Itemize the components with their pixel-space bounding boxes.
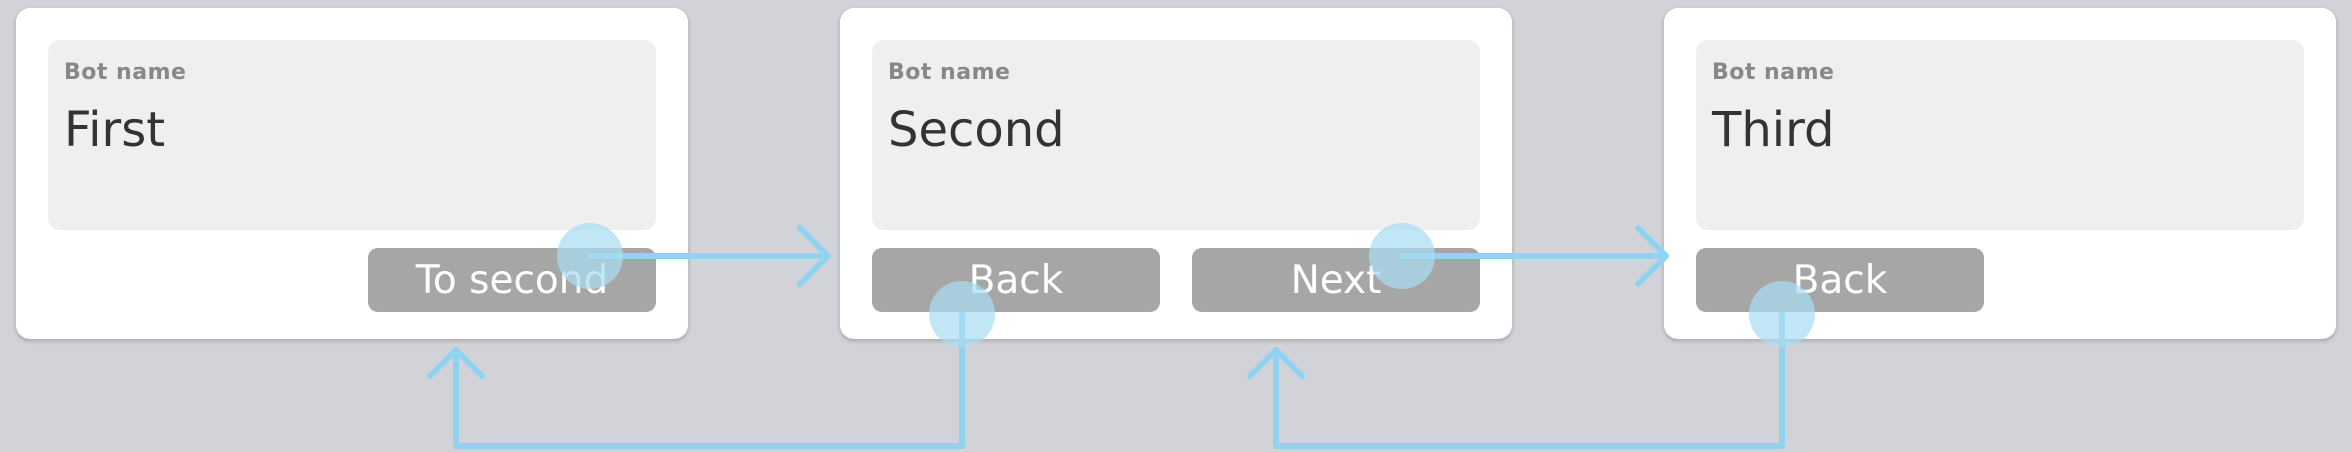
connector-back-to-first (427, 311, 965, 449)
flow-connectors (427, 223, 1815, 449)
connector-line (453, 311, 965, 449)
connector-origin-dot (929, 281, 995, 347)
connector-origin-dot (557, 223, 623, 289)
connector-next (1399, 225, 1669, 287)
connector-origin-dot (1749, 281, 1815, 347)
connector-origin-dot (1369, 223, 1435, 289)
connector-to-second (587, 225, 831, 287)
connector-back-to-second (1247, 311, 1785, 449)
connector-line (1273, 311, 1785, 449)
